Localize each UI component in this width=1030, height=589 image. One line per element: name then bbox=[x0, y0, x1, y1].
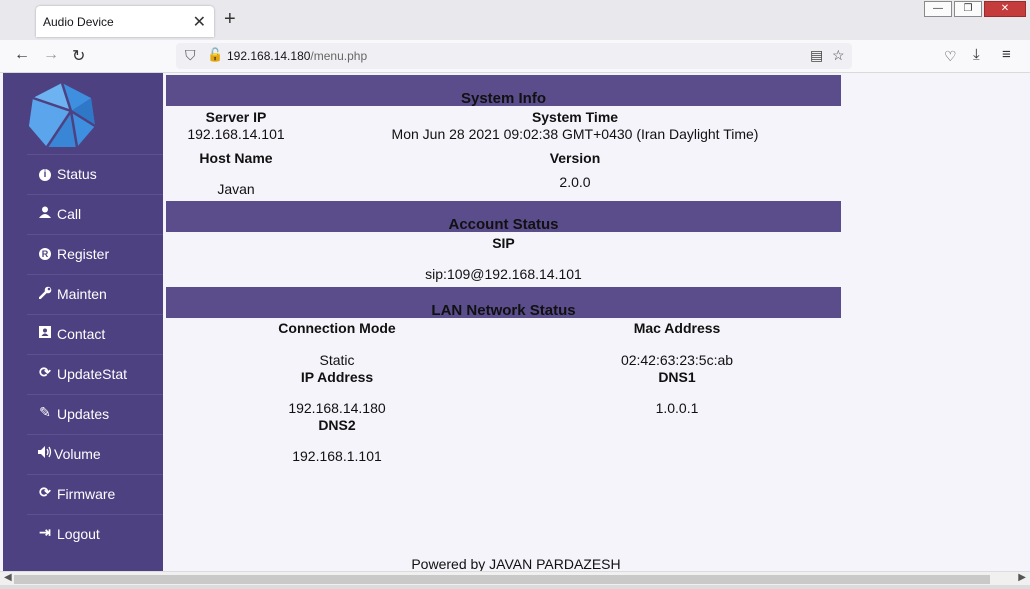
sidebar-item-label: Updates bbox=[57, 406, 110, 422]
dns1-value: 1.0.0.1 bbox=[655, 400, 699, 416]
host-name-value: Javan bbox=[217, 181, 255, 197]
section-header-lan-status: LAN Network Status bbox=[166, 287, 841, 319]
logo-icon bbox=[29, 82, 96, 148]
registered-icon: R bbox=[38, 246, 52, 260]
host-name-label: Host Name bbox=[199, 150, 273, 166]
sidebar-item-updates[interactable]: ✎ Updates bbox=[27, 394, 163, 433]
horizontal-scrollbar[interactable]: ◀ ▶ bbox=[0, 571, 1030, 586]
connection-mode-value: Static bbox=[319, 352, 355, 368]
dns2-label: DNS2 bbox=[318, 417, 356, 433]
sidebar-item-contact[interactable]: Contact bbox=[27, 314, 163, 353]
url-text[interactable]: 192.168.14.180/menu.php bbox=[227, 49, 367, 63]
system-time-value: Mon Jun 28 2021 09:02:38 GMT+0430 (Iran … bbox=[391, 126, 759, 142]
section-title: System Info bbox=[460, 90, 547, 107]
scrollbar-thumb[interactable] bbox=[14, 575, 990, 584]
insecure-lock-icon[interactable]: 🔓 bbox=[207, 47, 223, 63]
server-ip-value: 192.168.14.101 bbox=[187, 126, 285, 142]
ip-address-label: IP Address bbox=[300, 369, 374, 385]
sidebar-item-call[interactable]: Call bbox=[27, 194, 163, 233]
section-title: LAN Network Status bbox=[431, 302, 576, 319]
mac-address-label: Mac Address bbox=[633, 320, 721, 336]
sidebar-item-volume[interactable]: Volume bbox=[27, 434, 163, 473]
dns1-label: DNS1 bbox=[658, 369, 696, 385]
section-title: Account Status bbox=[448, 216, 559, 233]
sidebar-item-label: Contact bbox=[57, 326, 106, 342]
edit-icon: ✎ bbox=[39, 404, 51, 420]
mac-address-value: 02:42:63:23:5c:ab bbox=[620, 352, 734, 368]
refresh-icon: ⟳ bbox=[39, 484, 51, 500]
sidebar-item-label: Register bbox=[57, 246, 110, 262]
sidebar-item-register[interactable]: R Register bbox=[27, 234, 163, 273]
version-label: Version bbox=[549, 150, 601, 166]
scroll-left-arrow-icon[interactable]: ◀ bbox=[4, 572, 12, 583]
tab-title: Audio Device bbox=[43, 15, 114, 29]
section-header-account-status: Account Status bbox=[166, 201, 841, 233]
footer-credit: Powered by JAVAN PARDAZESH bbox=[411, 556, 621, 572]
contact-card-icon bbox=[38, 326, 52, 341]
sidebar-item-label: Call bbox=[57, 206, 82, 222]
url-bar[interactable]: ⛉ 🔓 192.168.14.180/menu.php ▤ ☆ bbox=[176, 43, 852, 69]
menu-hamburger-icon[interactable]: ≡ bbox=[1002, 46, 1011, 63]
sip-label: SIP bbox=[492, 235, 515, 251]
scroll-right-arrow-icon[interactable]: ▶ bbox=[1018, 572, 1026, 583]
refresh-icon: ⟳ bbox=[39, 364, 51, 380]
sidebar-item-label: Logout bbox=[57, 526, 100, 542]
minimize-button[interactable]: — bbox=[924, 1, 952, 17]
browser-titlebar: Audio Device ✕ + — ❐ ✕ bbox=[0, 0, 1030, 40]
tab-close-icon[interactable]: ✕ bbox=[193, 12, 206, 32]
sidebar-item-mainten[interactable]: Mainten bbox=[27, 274, 163, 313]
sidebar-item-label: Volume bbox=[54, 446, 101, 462]
forward-arrow-icon[interactable]: → bbox=[43, 46, 59, 64]
user-icon bbox=[38, 206, 52, 221]
reload-icon[interactable]: ↻ bbox=[72, 46, 85, 66]
sidebar-item-label: Status bbox=[57, 166, 97, 182]
sidebar-item-status[interactable]: i Status bbox=[27, 154, 163, 193]
back-arrow-icon[interactable]: ← bbox=[14, 46, 30, 64]
wrench-icon bbox=[38, 286, 52, 302]
sidebar-item-updatestat[interactable]: ⟳ UpdateStat bbox=[27, 354, 163, 393]
browser-navbar: ← → ↻ ⛉ 🔓 192.168.14.180/menu.php ▤ ☆ ♡ … bbox=[0, 40, 1030, 73]
info-icon: i bbox=[38, 166, 52, 181]
url-path: /menu.php bbox=[310, 49, 368, 63]
dns2-value: 192.168.1.101 bbox=[292, 448, 382, 464]
system-time-label: System Time bbox=[531, 109, 619, 125]
connection-mode-label: Connection Mode bbox=[278, 320, 396, 336]
sidebar-item-firmware[interactable]: ⟳ Firmware bbox=[27, 474, 163, 513]
version-value: 2.0.0 bbox=[559, 174, 591, 190]
window-bottom-edge bbox=[0, 585, 1030, 589]
sign-out-icon: ⇥ bbox=[39, 524, 51, 540]
bookmark-star-icon[interactable]: ☆ bbox=[832, 47, 845, 64]
new-tab-button[interactable]: + bbox=[224, 8, 236, 31]
url-host: 192.168.14.180 bbox=[227, 49, 311, 63]
download-icon[interactable]: ⤓ bbox=[973, 46, 980, 63]
shield-icon[interactable]: ⛉ bbox=[185, 47, 196, 64]
sidebar: i Status Call R Register Mainten Contact bbox=[3, 73, 163, 571]
reader-view-icon[interactable]: ▤ bbox=[810, 47, 823, 64]
sidebar-item-label: Firmware bbox=[57, 486, 116, 502]
ip-address-value: 192.168.14.180 bbox=[288, 400, 386, 416]
browser-tab[interactable]: Audio Device ✕ bbox=[36, 6, 214, 37]
sidebar-item-logout[interactable]: ⇥ Logout bbox=[27, 514, 163, 553]
volume-icon bbox=[38, 446, 52, 461]
server-ip-label: Server IP bbox=[205, 109, 267, 125]
sip-value: sip:109@192.168.14.101 bbox=[425, 266, 582, 282]
section-header-system-info: System Info bbox=[166, 75, 841, 107]
sidebar-item-label: Mainten bbox=[57, 286, 107, 302]
window-controls: — ❐ ✕ bbox=[924, 1, 1026, 17]
close-window-button[interactable]: ✕ bbox=[984, 1, 1026, 17]
maximize-button[interactable]: ❐ bbox=[954, 1, 982, 17]
page-body: i Status Call R Register Mainten Contact bbox=[0, 73, 1030, 572]
sidebar-item-label: UpdateStat bbox=[57, 366, 128, 382]
pocket-icon[interactable]: ♡ bbox=[944, 48, 957, 65]
